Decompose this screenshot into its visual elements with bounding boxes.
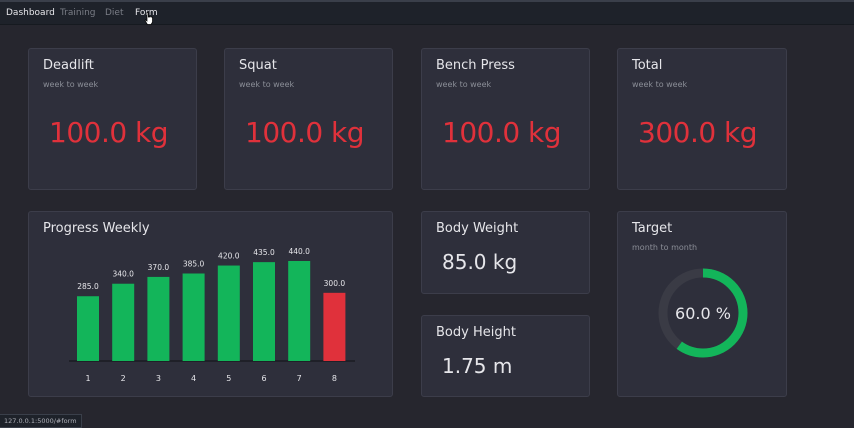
target-percent-label: 60.0 % — [675, 304, 731, 323]
chart-bar — [323, 292, 346, 361]
bar-value-label: 385.0 — [183, 260, 205, 269]
deadlift-value: 100.0 kg — [49, 116, 169, 149]
chart-bar — [77, 296, 99, 361]
x-tick-label: 4 — [191, 374, 196, 383]
nav-diet[interactable]: Diet — [105, 8, 124, 18]
bar-value-label: 300.0 — [324, 279, 346, 288]
chart-bar — [112, 283, 135, 361]
card-title: Bench Press — [436, 58, 515, 73]
target-donut: 60.0 % — [658, 268, 748, 358]
card-title: Deadlift — [43, 58, 94, 73]
nav-dashboard[interactable]: Dashboard — [6, 8, 55, 18]
bar-value-label: 420.0 — [218, 252, 240, 261]
chart-bar — [182, 273, 205, 361]
squat-value: 100.0 kg — [245, 116, 365, 149]
target-card: Target month to month 60.0 % — [617, 211, 787, 397]
body-weight-card: Body Weight 85.0 kg — [421, 211, 590, 294]
card-subtitle: week to week — [239, 80, 295, 89]
bench-press-value: 100.0 kg — [442, 116, 562, 149]
card-title: Total — [632, 58, 663, 73]
x-tick-label: 7 — [297, 374, 302, 383]
chart-bar — [288, 261, 311, 361]
x-tick-label: 2 — [121, 374, 126, 383]
squat-card: Squat week to week 100.0 kg — [224, 48, 393, 190]
x-tick-label: 3 — [156, 374, 161, 383]
bar-value-label: 340.0 — [112, 270, 134, 279]
x-tick-label: 6 — [261, 374, 266, 383]
body-height-value: 1.75 m — [442, 354, 513, 378]
progress-bar-chart: 285.0 1 340.0 2 370.0 3 385.0 4 420.0 5 435.0 6 440.… — [69, 247, 355, 383]
total-value: 300.0 kg — [638, 116, 758, 149]
progress-weekly-card: Progress Weekly 285.0 1 340.0 2 370.0 3 385.0 4… — [28, 211, 393, 397]
bar-value-label: 440.0 — [288, 247, 310, 256]
card-subtitle: week to week — [632, 80, 688, 89]
bench-press-card: Bench Press week to week 100.0 kg — [421, 48, 590, 190]
body-weight-value: 85.0 kg — [442, 250, 518, 274]
bar-value-label: 285.0 — [77, 282, 99, 291]
card-subtitle: week to week — [43, 80, 99, 89]
hand-cursor-icon — [144, 12, 153, 25]
total-card: Total week to week 300.0 kg — [617, 48, 787, 190]
body-height-card: Body Height 1.75 m — [421, 315, 590, 397]
nav-training[interactable]: Training — [60, 8, 96, 18]
x-tick-label: 5 — [226, 374, 231, 383]
chart-bar — [147, 276, 170, 361]
card-subtitle: week to week — [436, 80, 492, 89]
card-title: Body Weight — [436, 221, 519, 236]
x-tick-label: 1 — [85, 374, 90, 383]
chart-bar — [217, 265, 240, 361]
chart-bar — [253, 262, 275, 361]
deadlift-card: Deadlift week to week 100.0 kg — [28, 48, 197, 190]
card-title: Body Height — [436, 325, 516, 340]
bar-value-label: 435.0 — [253, 248, 275, 257]
card-title: Squat — [239, 58, 277, 73]
bar-value-label: 370.0 — [148, 263, 170, 272]
top-nav: Dashboard Training Diet Form — [0, 2, 854, 25]
x-tick-label: 8 — [332, 374, 337, 383]
